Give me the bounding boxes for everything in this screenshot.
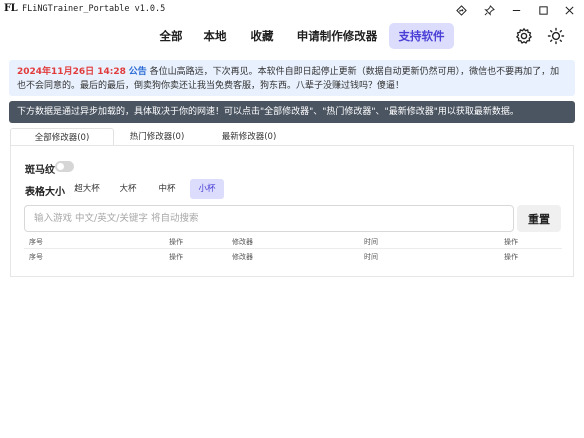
column-header-trainer: 修改器: [232, 238, 253, 246]
toggle-knob: [57, 163, 64, 170]
column-header-action-2: 操作: [504, 238, 518, 246]
size-option-xlarge[interactable]: 超大杯: [71, 179, 103, 199]
async-info-bar: 下方数据是通过异步加载的，具体取决于你的网速！可以点击"全部修改器"、"热门修改…: [9, 101, 575, 123]
tab-all-trainers[interactable]: 全部修改器(0): [10, 128, 114, 146]
search-input[interactable]: [25, 206, 513, 231]
column-header-trainer: 修改器: [232, 253, 253, 261]
trainer-panel: 斑马纹 表格大小 超大杯 大杯 中杯 小杯 重置 序号 操作 修改器 时间 操作…: [10, 145, 574, 277]
nav-item-favorites[interactable]: 收藏: [243, 23, 281, 49]
close-icon[interactable]: [558, 1, 580, 19]
announcement-tag: 公告: [128, 67, 147, 77]
theme-sun-icon[interactable]: [547, 27, 565, 45]
navigate-icon[interactable]: [450, 1, 472, 19]
announcement-box: 2024年11月26日 14:28 公告 各位山高路远，下次再见。本软件自即日起…: [9, 60, 575, 96]
zebra-stripe-label: 斑马纹: [25, 165, 55, 176]
title-bar: FL FLiNGTrainer_Portable v1.0.5: [0, 0, 584, 20]
reset-button[interactable]: 重置: [517, 205, 561, 232]
column-header-index: 序号: [29, 253, 43, 261]
pin-icon[interactable]: [478, 1, 500, 19]
table-header: 序号 操作 修改器 时间 操作: [24, 237, 562, 249]
window-title: FLiNGTrainer_Portable v1.0.5: [22, 4, 166, 14]
table-header-sticky: 序号 操作 修改器 时间 操作: [24, 252, 562, 264]
nav-item-local[interactable]: 本地: [196, 23, 234, 49]
search-box: [24, 205, 514, 232]
announcement-date: 2024年11月26日 14:28: [17, 67, 126, 77]
nav-item-all[interactable]: 全部: [152, 23, 190, 49]
minimize-icon[interactable]: [505, 1, 527, 19]
size-option-medium[interactable]: 中杯: [153, 179, 181, 199]
app-logo: FL: [4, 3, 18, 14]
settings-icon[interactable]: [515, 27, 533, 45]
column-header-action: 操作: [169, 238, 183, 246]
column-header-action-2: 操作: [504, 253, 518, 261]
tab-latest-trainers[interactable]: 最新修改器(0): [206, 128, 292, 146]
table-size-label: 表格大小: [25, 187, 65, 198]
size-option-large[interactable]: 大杯: [114, 179, 142, 199]
zebra-stripe-toggle[interactable]: [55, 161, 74, 172]
column-header-time: 时间: [364, 253, 378, 261]
nav-item-request-trainer[interactable]: 申请制作修改器: [291, 23, 383, 49]
column-header-index: 序号: [29, 238, 43, 246]
column-header-action: 操作: [169, 253, 183, 261]
tab-hot-trainers[interactable]: 热门修改器(0): [114, 128, 200, 146]
maximize-icon[interactable]: [532, 1, 554, 19]
size-option-small[interactable]: 小杯: [190, 179, 224, 199]
column-header-time: 时间: [364, 238, 378, 246]
nav-item-supported-software[interactable]: 支持软件: [389, 23, 454, 49]
main-nav: 全部 本地 收藏 申请制作修改器 支持软件: [0, 23, 584, 49]
trainer-tabs: 全部修改器(0) 热门修改器(0) 最新修改器(0): [10, 128, 574, 146]
